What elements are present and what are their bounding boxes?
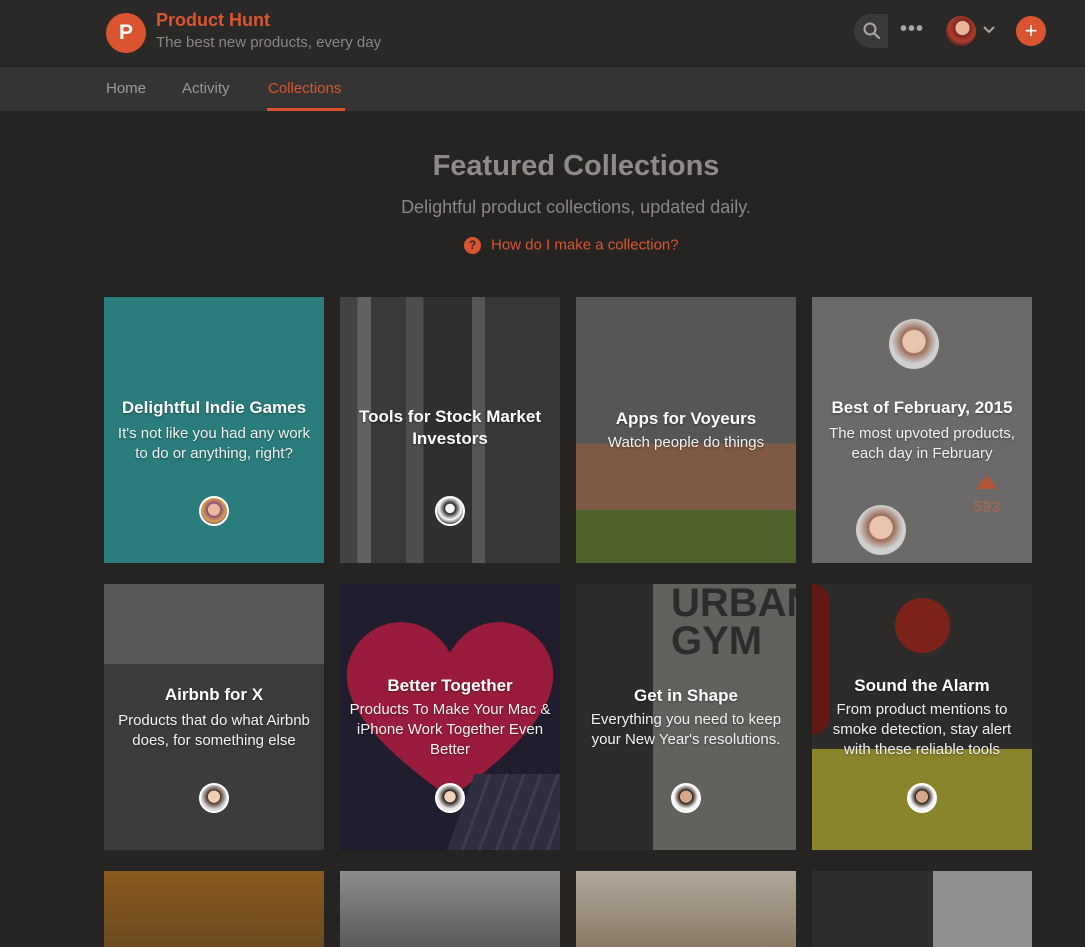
collection-title: Airbnb for X [164,685,264,704]
collection-title: Best of February, 2015 [831,398,1013,417]
collection-card-sound-the-alarm[interactable]: Sound the Alarm From product mentions to… [812,584,1032,850]
collection-card[interactable] [340,871,560,947]
collection-title: Delightful Indie Games [121,398,307,417]
collection-title: Better Together [387,676,513,695]
curator-avatar[interactable] [907,783,937,813]
tab-home[interactable]: Home [106,80,146,97]
top-header: P Product Hunt The best new products, ev… [0,0,1085,67]
collection-card[interactable] [812,871,1032,947]
collection-description: Everything you need to keep your New Yea… [590,711,782,748]
plus-icon[interactable]: + [1016,16,1046,46]
tab-activity[interactable]: Activity [182,80,230,97]
curator-avatar[interactable] [671,783,701,813]
product-hunt-logo[interactable]: P [106,13,146,53]
collection-card[interactable] [104,871,324,947]
collection-description: The most upvoted products, each day in F… [829,425,1015,462]
upvote-icon [976,475,998,489]
main-nav: Home Activity Collections [0,67,1085,111]
collection-description: Products that do what Airbnb does, for s… [118,712,310,749]
collection-title: Tools for Stock Market Investors [359,407,541,448]
more-icon[interactable]: ••• [900,18,924,41]
collection-title: Sound the Alarm [854,676,990,695]
collection-card-stock-market[interactable]: Tools for Stock Market Investors [340,297,560,563]
vote-count: 593 [973,499,1001,516]
search-icon [863,22,881,40]
collection-card-better-together[interactable]: Better Together Products To Make Your Ma… [340,584,560,850]
collection-title: Get in Shape [634,686,738,705]
chevron-down-icon[interactable] [983,26,995,34]
help-icon: ? [464,236,481,254]
tab-collections[interactable]: Collections [268,80,341,97]
page-title: Featured Collections [432,150,720,182]
card-overlay [576,297,796,563]
collection-title: Apps for Voyeurs [615,409,757,428]
curator-avatar[interactable] [435,496,465,526]
brand-name[interactable]: Product Hunt [156,10,270,31]
collection-card-voyeurs[interactable]: Apps for Voyeurs Watch people do things [576,297,796,563]
collection-card-airbnb-for-x[interactable]: Airbnb for X Products that do what Airbn… [104,584,324,850]
curator-avatar[interactable] [199,496,229,526]
collection-card-best-of-february[interactable]: Best of February, 2015 The most upvoted … [812,297,1032,563]
active-tab-indicator [267,108,345,111]
featured-avatar [889,319,939,369]
help-link[interactable]: ? How do I make a collection? [464,236,679,254]
collection-description: Watch people do things [607,434,765,451]
collection-card-get-in-shape[interactable]: URBAN GYM Get in Shape Everything you ne… [576,584,796,850]
collection-card[interactable] [576,871,796,947]
page-subtitle: Delightful product collections, updated … [401,197,751,217]
brand-tagline: The best new products, every day [156,34,382,51]
curator-avatar[interactable] [199,783,229,813]
search-button[interactable] [854,14,888,48]
collection-description: Products To Make Your Mac & iPhone Work … [349,701,551,758]
collection-description: From product mentions to smoke detection… [832,701,1012,758]
user-avatar[interactable] [946,16,976,46]
collection-description: It's not like you had any work to do or … [117,425,311,462]
curator-avatar[interactable] [435,783,465,813]
help-link-label: How do I make a collection? [491,236,679,254]
collection-card-indie-games[interactable]: Delightful Indie Games It's not like you… [104,297,324,563]
featured-avatar [856,505,906,555]
